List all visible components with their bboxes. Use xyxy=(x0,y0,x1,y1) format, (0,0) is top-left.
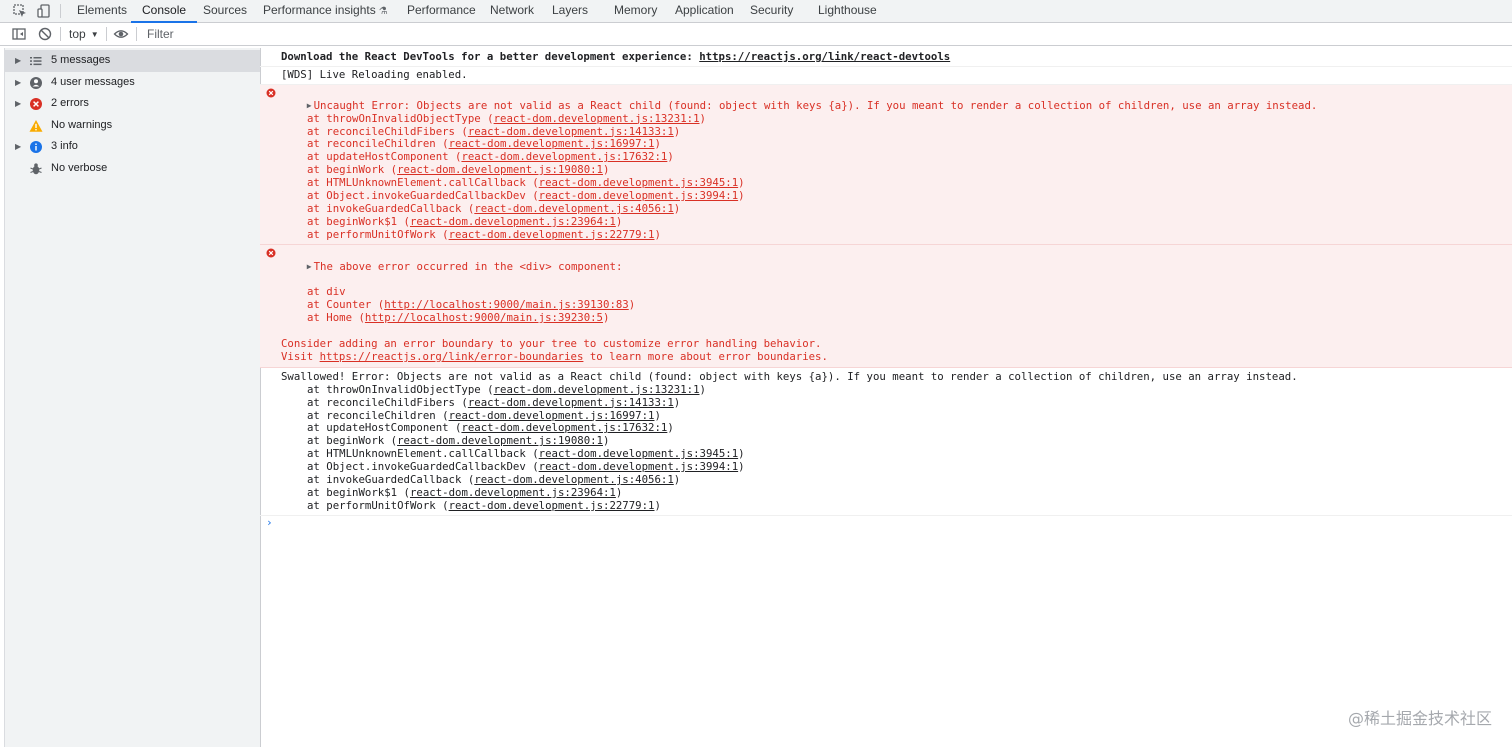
source-link[interactable]: react-dom.development.js:14133:1 xyxy=(468,396,674,409)
prompt-chevron-icon: › xyxy=(266,515,273,529)
source-link[interactable]: react-dom.development.js:4056:1 xyxy=(474,473,673,486)
expand-arrow-icon[interactable]: ▶ xyxy=(15,93,21,115)
source-link[interactable]: http://localhost:9000/main.js:39130:83 xyxy=(384,298,629,311)
expand-arrow-icon[interactable]: ▶ xyxy=(307,101,312,110)
sidebar-item-messages[interactable]: ▶ 5 messages xyxy=(5,50,260,72)
tab-elements[interactable]: Elements xyxy=(77,0,127,22)
stack-frame: at performUnitOfWork (react-dom.developm… xyxy=(307,498,661,512)
console-error-message: ▶ The above error occurred in the <div> c… xyxy=(260,244,1512,368)
error-hint-text: Consider adding an error boundary to you… xyxy=(281,337,822,351)
source-link[interactable]: react-dom.development.js:3994:1 xyxy=(539,460,738,473)
tab-performance[interactable]: Performance xyxy=(407,0,476,22)
tab-performance-insights[interactable]: Performance insights ⚗ xyxy=(263,0,388,22)
source-link[interactable]: react-dom.development.js:13231:1 xyxy=(494,112,700,125)
expand-arrow-icon[interactable]: ▶ xyxy=(15,72,21,94)
console-message: Swallowed! Error: Objects are not valid … xyxy=(260,368,1512,516)
flask-icon: ⚗ xyxy=(378,6,388,17)
sidebar-item-label: 2 errors xyxy=(51,97,89,109)
source-link[interactable]: react-dom.development.js:19080:1 xyxy=(397,434,603,447)
sidebar-toggle-icon[interactable] xyxy=(11,26,27,42)
context-selector-label: top xyxy=(69,27,86,41)
tab-sources[interactable]: Sources xyxy=(203,0,247,22)
source-link[interactable]: react-dom.development.js:23964:1 xyxy=(410,215,616,228)
expand-arrow-icon[interactable]: ▶ xyxy=(15,50,21,72)
console-toolbar: top ▼ xyxy=(0,23,1512,46)
devtools-link[interactable]: https://reactjs.org/link/react-devtools xyxy=(699,50,950,63)
console-sidebar: ▶ 5 messages ▶ 4 user messages ▶ 2 error… xyxy=(4,48,261,747)
console-message: Download the React DevTools for a better… xyxy=(260,48,1512,67)
error-text: The above error occurred in the <div> co… xyxy=(313,259,623,273)
sidebar-item-label: 5 messages xyxy=(51,54,111,66)
devtools-tabbar: Elements Console Sources Performance ins… xyxy=(0,0,1512,23)
console-output: Download the React DevTools for a better… xyxy=(260,48,1512,747)
list-icon xyxy=(30,57,42,66)
bug-icon xyxy=(30,162,42,174)
error-boundaries-link[interactable]: https://reactjs.org/link/error-boundarie… xyxy=(320,350,584,363)
watermark: @稀土掘金技术社区 xyxy=(1347,709,1492,728)
tab-performance-insights-label: Performance insights xyxy=(263,3,376,17)
sidebar-item-label: 4 user messages xyxy=(51,75,135,88)
source-link[interactable]: react-dom.development.js:3945:1 xyxy=(539,447,738,460)
device-toolbar-icon[interactable] xyxy=(36,3,52,19)
source-link[interactable]: react-dom.development.js:17632:1 xyxy=(461,421,667,435)
error-icon xyxy=(266,88,276,98)
context-selector[interactable]: top ▼ xyxy=(69,23,99,45)
inspect-element-icon[interactable] xyxy=(12,3,28,19)
source-link[interactable]: react-dom.development.js:22779:1 xyxy=(449,228,655,241)
tab-layers[interactable]: Layers xyxy=(552,0,588,22)
clear-console-icon[interactable] xyxy=(37,26,53,42)
error-icon xyxy=(30,98,42,110)
live-expression-eye-icon[interactable] xyxy=(113,26,129,42)
console-message: [WDS] Live Reloading enabled. xyxy=(260,67,1512,85)
tab-security[interactable]: Security xyxy=(750,0,793,22)
toolbar-divider xyxy=(136,27,137,41)
expand-arrow-icon[interactable]: ▶ xyxy=(15,136,21,158)
source-link[interactable]: react-dom.development.js:17632:1 xyxy=(461,150,667,163)
source-link[interactable]: react-dom.development.js:23964:1 xyxy=(410,486,616,499)
sidebar-item-errors[interactable]: ▶ 2 errors xyxy=(5,93,260,115)
sidebar-item-info[interactable]: ▶ 3 info xyxy=(5,136,260,158)
tab-lighthouse[interactable]: Lighthouse xyxy=(818,0,877,22)
filter-input[interactable] xyxy=(143,25,951,43)
sidebar-item-label: 3 info xyxy=(51,140,78,152)
message-text: Swallowed! Error: Objects are not valid … xyxy=(281,369,1298,383)
stack-frame: at Home (http://localhost:9000/main.js:3… xyxy=(307,311,610,325)
sidebar-item-label: No warnings xyxy=(51,118,113,131)
source-link[interactable]: react-dom.development.js:19080:1 xyxy=(397,163,603,176)
source-link[interactable]: http://localhost:9000/main.js:39230:5 xyxy=(365,311,603,324)
user-icon xyxy=(30,76,42,89)
sidebar-item-user-messages[interactable]: ▶ 4 user messages xyxy=(5,72,260,94)
console-error-message: ▶ Uncaught Error: Objects are not valid a… xyxy=(260,84,1512,245)
tab-console[interactable]: Console xyxy=(131,0,198,23)
tab-application[interactable]: Application xyxy=(675,0,734,22)
sidebar-item-verbose[interactable]: No verbose xyxy=(5,158,260,180)
stack-frame: at throwOnInvalidObjectType (react-dom.d… xyxy=(307,111,706,125)
error-text: Uncaught Error: Objects are not valid as… xyxy=(313,98,1318,112)
message-text: Download the React DevTools for a better… xyxy=(281,50,700,63)
source-link[interactable]: react-dom.development.js:16997:1 xyxy=(449,409,655,422)
message-text: [WDS] Live Reloading enabled. xyxy=(281,67,468,81)
source-link[interactable]: react-dom.development.js:22779:1 xyxy=(449,499,655,512)
warning-icon xyxy=(29,119,43,132)
source-link[interactable]: react-dom.development.js:16997:1 xyxy=(449,137,655,150)
tab-memory[interactable]: Memory xyxy=(614,0,657,22)
source-link[interactable]: react-dom.development.js:13231:1 xyxy=(494,383,700,396)
tab-network[interactable]: Network xyxy=(490,0,534,22)
sidebar-item-label: No verbose xyxy=(51,161,108,174)
toolbar-divider xyxy=(60,27,61,41)
expand-arrow-icon[interactable]: ▶ xyxy=(307,262,312,271)
error-icon xyxy=(266,248,276,258)
toolbar-divider xyxy=(106,27,107,41)
source-link[interactable]: react-dom.development.js:3945:1 xyxy=(539,176,738,189)
tabbar-divider xyxy=(60,4,61,18)
sidebar-item-warnings[interactable]: No warnings xyxy=(5,115,260,137)
caret-down-icon: ▼ xyxy=(90,30,99,39)
source-link[interactable]: react-dom.development.js:14133:1 xyxy=(468,125,674,138)
info-icon xyxy=(30,141,42,153)
console-prompt-input[interactable]: › xyxy=(260,516,1512,532)
stack-frame: at throwOnInvalidObjectType (react-dom.d… xyxy=(307,382,706,396)
source-link[interactable]: react-dom.development.js:4056:1 xyxy=(474,202,673,215)
stack-frame: at performUnitOfWork (react-dom.developm… xyxy=(307,227,661,241)
source-link[interactable]: react-dom.development.js:3994:1 xyxy=(539,189,738,202)
